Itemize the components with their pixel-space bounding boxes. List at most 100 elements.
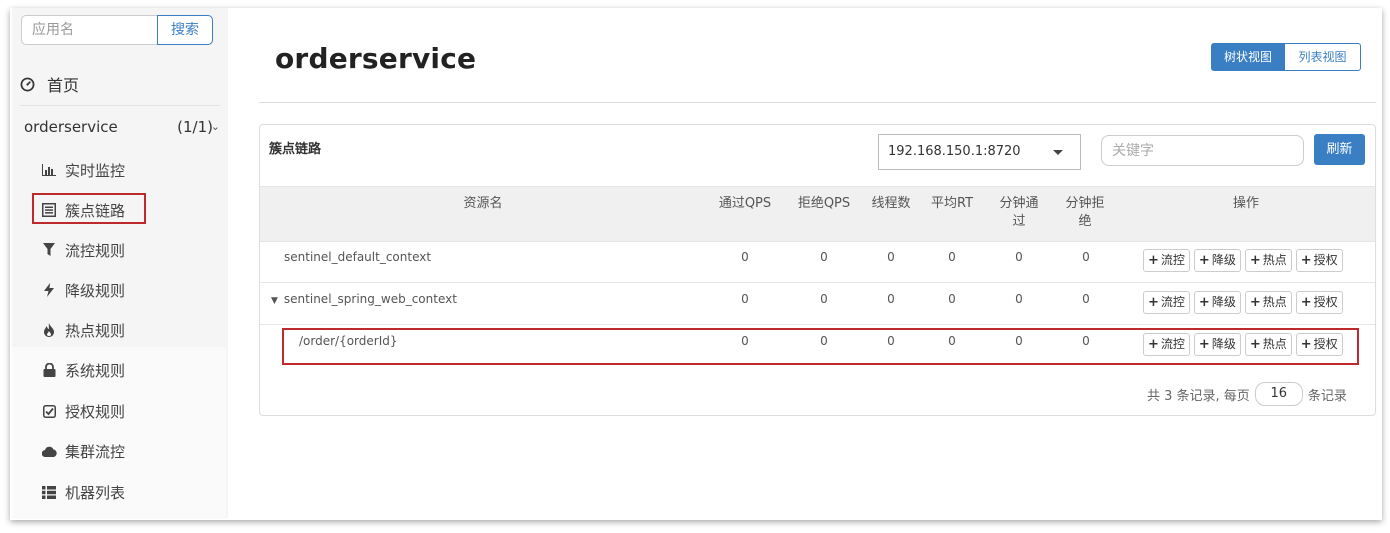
sidebar-item-auth-rules[interactable]: 授权规则 bbox=[41, 400, 125, 422]
plus-icon: + bbox=[1148, 253, 1159, 268]
sidebar-item-degrade-rules[interactable]: 降级规则 bbox=[41, 279, 125, 301]
pagination: 共 3 条记录, 每页 16 条记录 bbox=[1147, 382, 1347, 406]
plus-icon: + bbox=[1198, 253, 1210, 268]
row-highlight-annotation bbox=[282, 328, 1359, 365]
row-minute-block: 0 bbox=[1082, 250, 1090, 264]
plus-icon: + bbox=[1249, 253, 1261, 268]
plus-icon: + bbox=[1300, 253, 1312, 268]
col-minute-block-line1: 分钟拒 bbox=[1065, 196, 1105, 211]
app-search-input[interactable] bbox=[21, 15, 158, 45]
sidebar-item-flow-rules[interactable]: 流控规则 bbox=[41, 239, 125, 261]
row-minute-pass: 0 bbox=[1015, 292, 1023, 306]
row-resource-name-text: sentinel_spring_web_context bbox=[283, 292, 457, 306]
add-hotspot-rule-button[interactable]: + 热点 bbox=[1244, 249, 1292, 272]
row-block-qps: 0 bbox=[820, 250, 828, 264]
add-flow-rule-button[interactable]: + 流控 bbox=[1143, 249, 1190, 272]
sidebar-item-realtime-monitor[interactable]: 实时监控 bbox=[41, 159, 125, 181]
sidebar-item-label: 授权规则 bbox=[65, 402, 126, 421]
add-degrade-rule-label: 降级 bbox=[1211, 295, 1236, 309]
sidebar-item-home-label: 首页 bbox=[47, 76, 80, 95]
lock-icon bbox=[41, 362, 57, 378]
col-minute-block-line2: 绝 bbox=[1078, 214, 1092, 229]
sidebar-item-label: 热点规则 bbox=[65, 321, 126, 340]
sidebar-item-home[interactable]: 首页 bbox=[20, 72, 79, 96]
app-name: orderservice bbox=[24, 118, 118, 136]
add-flow-rule-label: 流控 bbox=[1160, 295, 1185, 309]
plus-icon: + bbox=[1198, 295, 1210, 310]
caret-down-icon bbox=[1053, 150, 1063, 155]
bar-chart-icon bbox=[41, 162, 57, 178]
panel-title: 簇点链路 bbox=[269, 142, 322, 157]
row-threads: 0 bbox=[887, 292, 895, 306]
add-auth-rule-button[interactable]: + 授权 bbox=[1295, 291, 1343, 314]
row-actions: + 流控 + 降级 + 热点 + 授权 bbox=[1143, 291, 1343, 314]
search-button[interactable]: 搜索 bbox=[157, 15, 213, 45]
add-degrade-rule-button[interactable]: + 降级 bbox=[1193, 291, 1241, 314]
plus-icon: + bbox=[1300, 295, 1312, 310]
filter-icon bbox=[41, 242, 57, 258]
machine-select[interactable]: 192.168.150.1:8720 bbox=[878, 134, 1081, 170]
col-minute-pass: 分钟通 过 bbox=[989, 195, 1049, 231]
dashboard-icon bbox=[20, 77, 35, 91]
list-view-button[interactable]: 列表视图 bbox=[1285, 43, 1361, 71]
row-threads: 0 bbox=[887, 250, 895, 264]
chevron-down-icon: ⌄ bbox=[210, 120, 220, 133]
refresh-button[interactable]: 刷新 bbox=[1314, 134, 1365, 165]
col-pass-qps: 通过QPS bbox=[718, 196, 772, 211]
row-avg-rt: 0 bbox=[948, 250, 956, 264]
row-pass-qps: 0 bbox=[741, 292, 749, 306]
sidebar-item-hotspot-rules[interactable]: 热点规则 bbox=[41, 319, 125, 341]
add-degrade-rule-label: 降级 bbox=[1211, 253, 1236, 267]
view-toggle: 树状视图 列表视图 bbox=[1211, 43, 1361, 71]
pager-suffix: 条记录 bbox=[1307, 388, 1347, 404]
sidebar-item-label: 流控规则 bbox=[65, 241, 126, 260]
caret-down-icon[interactable]: ▼ bbox=[271, 296, 278, 306]
plus-icon: + bbox=[1148, 295, 1159, 310]
active-menu-highlight bbox=[32, 193, 146, 224]
row-pass-qps: 0 bbox=[741, 250, 749, 264]
sidebar-item-machine-list[interactable]: 机器列表 bbox=[41, 481, 125, 503]
sidebar-item-system-rules[interactable]: 系统规则 bbox=[41, 359, 125, 381]
add-hotspot-rule-label: 热点 bbox=[1262, 253, 1287, 267]
page-title: orderservice bbox=[275, 42, 477, 75]
add-flow-rule-label: 流控 bbox=[1160, 253, 1185, 267]
fire-icon bbox=[41, 322, 57, 338]
keyword-search-input[interactable] bbox=[1101, 135, 1304, 166]
page-size-input[interactable]: 16 bbox=[1254, 382, 1303, 406]
flash-icon bbox=[41, 282, 57, 298]
col-minute-block: 分钟拒 绝 bbox=[1055, 195, 1115, 231]
add-auth-rule-button[interactable]: + 授权 bbox=[1295, 249, 1343, 272]
sidebar-item-label: 系统规则 bbox=[65, 361, 126, 380]
title-divider bbox=[259, 102, 1376, 103]
sidebar-divider bbox=[20, 105, 220, 106]
tree-view-button[interactable]: 树状视图 bbox=[1211, 43, 1285, 71]
sidebar-item-label: 降级规则 bbox=[65, 281, 126, 300]
row-minute-block: 0 bbox=[1082, 292, 1090, 306]
col-minute-pass-line1: 分钟通 bbox=[999, 196, 1039, 211]
pager-prefix: 共 3 条记录, 每页 bbox=[1147, 388, 1250, 404]
sidebar-item-label: 机器列表 bbox=[65, 483, 126, 502]
check-icon bbox=[41, 403, 57, 419]
col-minute-pass-line2: 过 bbox=[1012, 214, 1026, 229]
add-degrade-rule-button[interactable]: + 降级 bbox=[1193, 249, 1241, 272]
row-avg-rt: 0 bbox=[948, 292, 956, 306]
add-hotspot-rule-label: 热点 bbox=[1262, 295, 1287, 309]
add-flow-rule-button[interactable]: + 流控 bbox=[1143, 291, 1190, 314]
app-machine-count: (1/1) bbox=[177, 118, 213, 136]
add-auth-rule-label: 授权 bbox=[1313, 295, 1338, 309]
machine-select-value: 192.168.150.1:8720 bbox=[888, 144, 1021, 159]
row-minute-pass: 0 bbox=[1015, 250, 1023, 264]
sidebar-item-cluster-flow[interactable]: 集群流控 bbox=[41, 440, 125, 462]
col-resource-name: 资源名 bbox=[463, 196, 503, 211]
row-resource-name: sentinel_default_context bbox=[284, 250, 432, 264]
col-avg-rt: 平均RT bbox=[930, 196, 974, 211]
cloud-icon bbox=[41, 443, 57, 459]
row-resource-name: ▼ sentinel_spring_web_context bbox=[271, 292, 457, 306]
app-search: 搜索 bbox=[21, 15, 213, 45]
plus-icon: + bbox=[1249, 295, 1261, 310]
sidebar-app-orderservice[interactable]: orderservice (1/1) ⌄ bbox=[24, 118, 220, 140]
sidebar-item-label: 实时监控 bbox=[65, 161, 126, 180]
add-hotspot-rule-button[interactable]: + 热点 bbox=[1244, 291, 1292, 314]
col-threads: 线程数 bbox=[871, 196, 911, 211]
row-block-qps: 0 bbox=[820, 292, 828, 306]
